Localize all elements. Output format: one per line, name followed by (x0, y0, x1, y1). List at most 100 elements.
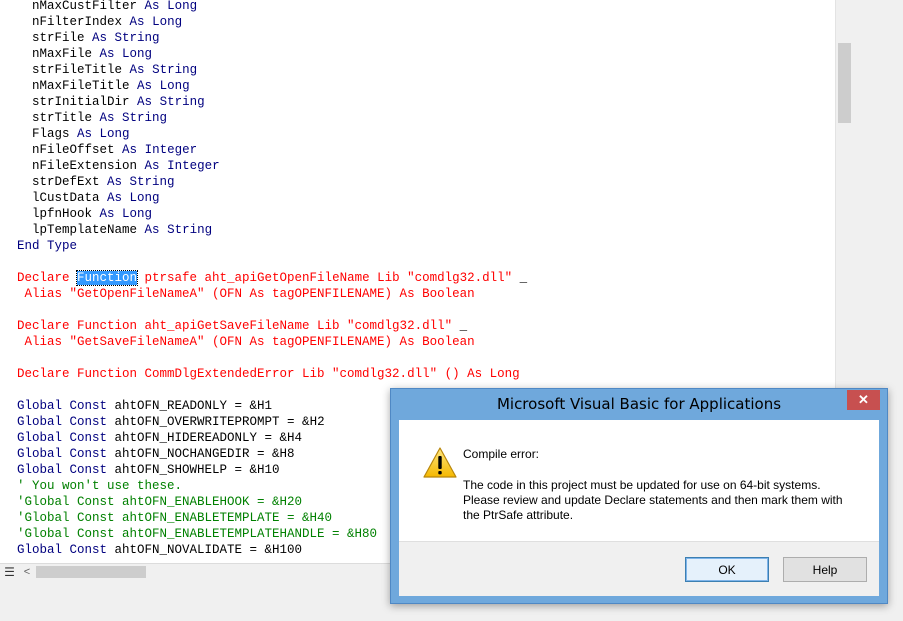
code-token: As (107, 175, 123, 189)
code-token: Long (122, 207, 153, 221)
code-line[interactable]: strInitialDir As String (17, 94, 205, 110)
code-token: ptrsafe aht_apiGetOpenFileName Lib "comd… (137, 271, 520, 285)
code-line[interactable]: Global Const ahtOFN_READONLY = &H1 (17, 398, 272, 414)
code-token: As (77, 127, 93, 141)
code-token: lpfnHook (17, 207, 100, 221)
code-token: Global Const (17, 447, 115, 461)
code-line[interactable]: Global Const ahtOFN_SHOWHELP = &H10 (17, 462, 280, 478)
code-token: strDefExt (17, 175, 108, 189)
code-line[interactable]: 'Global Const ahtOFN_ENABLETEMPLATE = &H… (17, 510, 332, 526)
code-token: Long (159, 79, 190, 93)
dialog-titlebar[interactable]: Microsoft Visual Basic for Applications … (391, 389, 887, 420)
code-line[interactable]: Global Const ahtOFN_HIDEREADONLY = &H4 (17, 430, 302, 446)
code-line[interactable]: nMaxCustFilter As Long (17, 0, 197, 14)
code-token: nFileExtension (17, 159, 145, 173)
code-line[interactable]: Global Const ahtOFN_OVERWRITEPROMPT = &H… (17, 414, 325, 430)
code-token: Alias "GetSaveFileNameA" (OFN As tagOPEN… (17, 335, 475, 349)
code-token: As (129, 63, 145, 77)
code-token: Integer (167, 159, 220, 173)
code-token: nMaxFileTitle (17, 79, 138, 93)
code-line[interactable]: Alias "GetOpenFileNameA" (OFN As tagOPEN… (17, 286, 475, 302)
code-line[interactable]: nMaxFileTitle As Long (17, 78, 190, 94)
code-token: ahtOFN_NOVALIDATE = &H100 (114, 543, 303, 557)
compile-error-dialog: Microsoft Visual Basic for Applications … (390, 388, 888, 604)
code-token: Long (152, 15, 183, 29)
code-token: Global Const (17, 415, 115, 429)
code-line[interactable]: End Type (17, 238, 77, 254)
code-line[interactable]: strFile As String (17, 30, 160, 46)
code-token: Integer (144, 143, 198, 157)
code-token: As (129, 15, 145, 29)
code-line[interactable]: Declare Function ptrsafe aht_apiGetOpenF… (17, 270, 527, 286)
code-line[interactable]: nMaxFile As Long (17, 46, 152, 62)
code-line[interactable]: nFilterIndex As Long (17, 14, 182, 30)
code-token: End Type (17, 239, 78, 253)
code-line[interactable]: lpTemplateName As String (17, 222, 212, 238)
code-line[interactable]: lpfnHook As Long (17, 206, 152, 222)
code-token: Long (99, 127, 130, 141)
code-line[interactable]: lCustData As Long (17, 190, 160, 206)
code-token: As (137, 95, 153, 109)
help-button[interactable]: Help (783, 557, 867, 582)
code-line[interactable]: strFileTitle As String (17, 62, 197, 78)
code-token: As (144, 0, 160, 13)
procedure-view-icon[interactable]: ☰ (2, 565, 17, 579)
close-button[interactable]: ✕ (847, 390, 880, 410)
code-line[interactable]: Alias "GetSaveFileNameA" (OFN As tagOPEN… (17, 334, 475, 350)
code-token: strInitialDir (17, 95, 138, 109)
code-token: ahtOFN_SHOWHELP = &H10 (114, 463, 280, 477)
code-token: _ (459, 319, 468, 333)
code-token: 'Global Const ahtOFN_ENABLEHOOK = &H20 (17, 495, 303, 509)
code-token: Long (167, 0, 198, 13)
code-token: Global Const (17, 399, 115, 413)
code-token: nFilterIndex (17, 15, 130, 29)
code-token: Alias "GetOpenFileNameA" (OFN As tagOPEN… (17, 287, 475, 301)
code-line[interactable]: Global Const ahtOFN_NOVALIDATE = &H100 (17, 542, 302, 558)
code-token: Long (129, 191, 160, 205)
code-token: Global Const (17, 431, 115, 445)
code-line[interactable]: Declare Function aht_apiGetSaveFileName … (17, 318, 467, 334)
selected-keyword: Function (76, 270, 139, 286)
code-line[interactable]: nFileOffset As Integer (17, 142, 197, 158)
code-token: As (137, 79, 153, 93)
code-line[interactable]: ' You won't use these. (17, 478, 182, 494)
horizontal-scroll-thumb[interactable] (36, 566, 146, 578)
code-line[interactable]: Declare Function CommDlgExtendedError Li… (17, 366, 520, 382)
ok-button[interactable]: OK (685, 557, 769, 582)
code-token: ahtOFN_HIDEREADONLY = &H4 (114, 431, 303, 445)
code-line[interactable]: strTitle As String (17, 110, 167, 126)
error-message: The code in this project must be updated… (463, 478, 843, 522)
code-line[interactable]: Global Const ahtOFN_NOCHANGEDIR = &H8 (17, 446, 295, 462)
code-token: ' You won't use these. (17, 479, 183, 493)
code-token: Global Const (17, 463, 115, 477)
scroll-left-arrow-icon[interactable]: < (20, 565, 34, 579)
code-line[interactable]: Flags As Long (17, 126, 130, 142)
code-token: Global Const (17, 543, 115, 557)
code-token: As (144, 223, 160, 237)
code-token: strFile (17, 31, 93, 45)
dialog-title: Microsoft Visual Basic for Applications (496, 395, 782, 413)
code-token: Declare Function CommDlgExtendedError Li… (17, 367, 520, 381)
code-line[interactable]: strDefExt As String (17, 174, 175, 190)
code-line[interactable]: 'Global Const ahtOFN_ENABLEHOOK = &H20 (17, 494, 302, 510)
code-token: As (122, 143, 138, 157)
code-token: As (92, 31, 108, 45)
code-token: String (114, 31, 160, 45)
vertical-scroll-thumb[interactable] (838, 43, 851, 123)
code-token: lCustData (17, 191, 108, 205)
code-token: nMaxFile (17, 47, 100, 61)
code-line[interactable]: nFileExtension As Integer (17, 158, 220, 174)
code-line[interactable]: 'Global Const ahtOFN_ENABLETEMPLATEHANDL… (17, 526, 377, 542)
code-token: ahtOFN_NOCHANGEDIR = &H8 (114, 447, 295, 461)
